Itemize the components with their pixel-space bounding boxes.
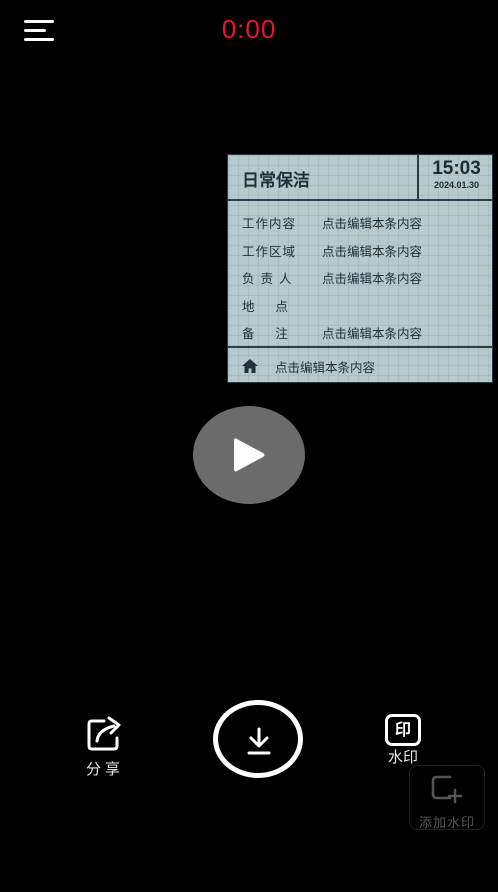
watermark-button[interactable]: 印 水印 <box>380 714 426 767</box>
watermark-date: 2024.01.30 <box>433 180 480 190</box>
watermark-timebox: 15:03 2024.01.30 <box>417 155 494 199</box>
watermark-time: 15:03 <box>432 158 481 179</box>
watermark-header: 日常保洁 15:03 2024.01.30 <box>228 155 492 201</box>
download-button[interactable] <box>213 700 303 778</box>
row-label: 地 点 <box>242 298 289 314</box>
add-watermark-button[interactable]: 添加水印 <box>409 765 485 831</box>
play-button[interactable] <box>193 406 305 504</box>
row-label: 工作内容 <box>242 216 297 232</box>
row-value[interactable]: 点击编辑本条内容 <box>322 213 482 232</box>
watermark-row[interactable]: 工作区域 点击编辑本条内容 <box>242 237 482 265</box>
watermark-row[interactable]: 地 点 <box>242 292 482 320</box>
download-icon <box>247 727 271 755</box>
row-value[interactable]: 点击编辑本条内容 <box>322 323 482 342</box>
share-icon <box>87 716 121 751</box>
watermark-row[interactable]: 备 注 点击编辑本条内容 <box>242 319 482 347</box>
watermark-title[interactable]: 日常保洁 <box>242 166 310 191</box>
watermark-footer[interactable]: 点击编辑本条内容 <box>228 346 492 384</box>
watermark-row[interactable]: 工作内容 点击编辑本条内容 <box>242 209 482 237</box>
row-label: 备 注 <box>242 326 289 342</box>
row-label: 工作区域 <box>242 243 297 259</box>
watermark-row[interactable]: 负 责 人 点击编辑本条内容 <box>242 264 482 292</box>
share-button[interactable]: 分享 <box>80 714 130 779</box>
share-label: 分享 <box>85 760 124 778</box>
watermark-footer-text: 点击编辑本条内容 <box>275 359 376 375</box>
recording-timer: 0:00 <box>221 14 277 44</box>
row-value[interactable]: 点击编辑本条内容 <box>322 241 482 260</box>
house-icon <box>242 359 258 373</box>
play-icon <box>234 438 265 472</box>
row-value[interactable]: 点击编辑本条内容 <box>322 268 482 287</box>
row-label: 负 责 人 <box>242 271 293 287</box>
watermark-card[interactable]: 日常保洁 15:03 2024.01.30 工作内容 点击编辑本条内容 工作区域… <box>227 154 493 383</box>
watermark-rows: 工作内容 点击编辑本条内容 工作区域 点击编辑本条内容 负 责 人 点击编辑本条… <box>242 209 482 347</box>
add-watermark-label: 添加水印 <box>418 816 475 831</box>
watermark-stamp-icon: 印 <box>385 714 421 746</box>
watermark-label: 水印 <box>387 748 418 766</box>
add-image-icon <box>431 775 463 804</box>
